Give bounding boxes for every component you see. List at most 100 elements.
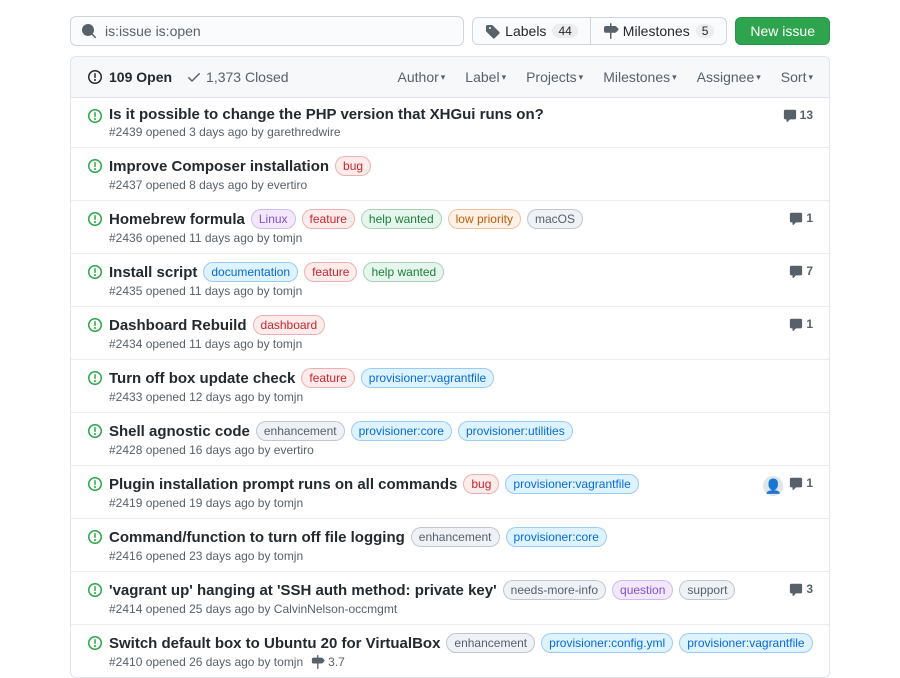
comments-link[interactable]: 1 [789, 317, 813, 331]
issue-meta: #2433 opened 12 days ago by tomjn [109, 390, 813, 404]
issue-open-icon [87, 527, 103, 563]
closed-tab[interactable]: 1,373 Closed [186, 69, 289, 85]
chevron-down-icon: ▾ [756, 72, 761, 83]
filter-assignee[interactable]: Assignee▾ [697, 69, 761, 85]
comments-count: 7 [806, 264, 813, 278]
filter-sort[interactable]: Sort▾ [781, 69, 813, 85]
issue-open-icon [87, 262, 103, 298]
labels-label: Labels [505, 23, 546, 39]
milestones-label: Milestones [623, 23, 690, 39]
comments-count: 1 [806, 476, 813, 490]
issue-label[interactable]: support [679, 580, 735, 600]
issue-milestone[interactable]: 3.7 [311, 655, 345, 669]
issue-title-link[interactable]: Plugin installation prompt runs on all c… [109, 476, 457, 493]
issue-label[interactable]: macOS [527, 209, 583, 229]
issue-label[interactable]: bug [335, 156, 371, 176]
issue-meta: #2439 opened 3 days ago by garethredwire [109, 125, 783, 139]
issue-label[interactable]: enhancement [446, 633, 535, 653]
issue-meta: #2414 opened 25 days ago by CalvinNelson… [109, 602, 789, 616]
issue-title-link[interactable]: Switch default box to Ubuntu 20 for Virt… [109, 635, 440, 652]
issue-label[interactable]: question [612, 580, 673, 600]
filter-label[interactable]: Label▾ [465, 69, 506, 85]
issue-meta: #2434 opened 11 days ago by tomjn [109, 337, 789, 351]
issue-title-link[interactable]: Shell agnostic code [109, 423, 250, 440]
search-wrap[interactable] [70, 16, 464, 46]
issue-label[interactable]: provisioner:core [351, 421, 452, 441]
issue-open-icon [87, 421, 103, 457]
labels-button[interactable]: Labels 44 [472, 17, 590, 45]
comments-count: 3 [806, 582, 813, 596]
issue-title-link[interactable]: Command/function to turn off file loggin… [109, 529, 405, 546]
labels-count: 44 [552, 24, 577, 38]
issue-open-icon [87, 106, 103, 139]
issue-label[interactable]: provisioner:core [506, 527, 607, 547]
issue-open-icon [87, 209, 103, 245]
issue-title-link[interactable]: Turn off box update check [109, 370, 295, 387]
labels-milestones-group: Labels 44 Milestones 5 [472, 17, 727, 45]
milestones-button[interactable]: Milestones 5 [590, 17, 728, 45]
issues-list: Is it possible to change the PHP version… [71, 98, 829, 677]
chevron-down-icon: ▾ [808, 72, 813, 83]
issue-meta: #2410 opened 26 days ago by tomjn 3.7 [109, 655, 813, 669]
issue-title-link[interactable]: Install script [109, 264, 197, 281]
issue-label[interactable]: feature [302, 209, 355, 229]
issue-label[interactable]: provisioner:config.yml [541, 633, 673, 653]
comments-count: 13 [800, 108, 813, 122]
issue-row: 'vagrant up' hanging at 'SSH auth method… [71, 572, 829, 625]
issue-label[interactable]: provisioner:vagrantfile [505, 474, 638, 494]
issue-row: Dashboard Rebuild dashboard #2434 opened… [71, 307, 829, 360]
issue-label[interactable]: documentation [203, 262, 298, 282]
issue-label[interactable]: enhancement [256, 421, 345, 441]
search-input[interactable] [103, 22, 453, 40]
issues-header: 109 Open 1,373 Closed Author▾ Label▾ Pro… [71, 57, 829, 98]
issue-label[interactable]: bug [463, 474, 499, 494]
chevron-down-icon: ▾ [502, 72, 507, 83]
issue-label[interactable]: provisioner:vagrantfile [679, 633, 812, 653]
comments-count: 1 [806, 317, 813, 331]
issue-label[interactable]: feature [304, 262, 357, 282]
chevron-down-icon: ▾ [672, 72, 677, 83]
open-tab[interactable]: 109 Open [87, 69, 172, 85]
issue-label[interactable]: feature [301, 368, 354, 388]
issue-title-link[interactable]: Is it possible to change the PHP version… [109, 106, 544, 123]
comments-link[interactable]: 3 [789, 582, 813, 596]
comments-link[interactable]: 7 [789, 264, 813, 278]
filter-author[interactable]: Author▾ [398, 69, 446, 85]
issue-row: Turn off box update check feature provisi… [71, 360, 829, 413]
issue-label[interactable]: help wanted [361, 209, 442, 229]
issue-open-icon [87, 315, 103, 351]
filter-projects[interactable]: Projects▾ [526, 69, 583, 85]
issue-meta: #2435 opened 11 days ago by tomjn [109, 284, 789, 298]
comments-link[interactable]: 13 [783, 108, 813, 122]
issue-label[interactable]: Linux [251, 209, 296, 229]
new-issue-button[interactable]: New issue [735, 17, 830, 45]
issue-meta: #2436 opened 11 days ago by tomjn [109, 231, 789, 245]
issue-meta: #2419 opened 19 days ago by tomjn [109, 496, 763, 510]
issue-label[interactable]: needs-more-info [503, 580, 606, 600]
issue-label[interactable]: provisioner:vagrantfile [361, 368, 494, 388]
comments-link[interactable]: 1 [789, 211, 813, 225]
issue-title-link[interactable]: 'vagrant up' hanging at 'SSH auth method… [109, 582, 497, 599]
issue-meta: #2416 opened 23 days ago by tomjn [109, 549, 813, 563]
filter-milestones[interactable]: Milestones▾ [603, 69, 676, 85]
issue-label[interactable]: provisioner:utilities [458, 421, 573, 441]
assignee-avatar[interactable]: 👤 [763, 476, 783, 496]
issue-label[interactable]: low priority [448, 209, 521, 229]
filters: Author▾ Label▾ Projects▾ Milestones▾ Ass… [398, 69, 813, 85]
issue-title-link[interactable]: Homebrew formula [109, 211, 245, 228]
milestones-count: 5 [696, 24, 715, 38]
issue-title-link[interactable]: Dashboard Rebuild [109, 317, 247, 334]
subnav: Labels 44 Milestones 5 New issue [70, 0, 830, 56]
issue-open-icon [87, 156, 103, 192]
milestone-icon [603, 23, 619, 39]
issue-row: Switch default box to Ubuntu 20 for Virt… [71, 625, 829, 677]
issue-label[interactable]: help wanted [363, 262, 444, 282]
issue-label[interactable]: enhancement [411, 527, 500, 547]
issue-open-icon [87, 580, 103, 616]
issues-box: 109 Open 1,373 Closed Author▾ Label▾ Pro… [70, 56, 830, 678]
issue-open-icon [87, 474, 103, 510]
issue-meta: #2437 opened 8 days ago by evertiro [109, 178, 813, 192]
comments-link[interactable]: 1 [789, 476, 813, 490]
issue-label[interactable]: dashboard [253, 315, 326, 335]
issue-title-link[interactable]: Improve Composer installation [109, 158, 329, 175]
